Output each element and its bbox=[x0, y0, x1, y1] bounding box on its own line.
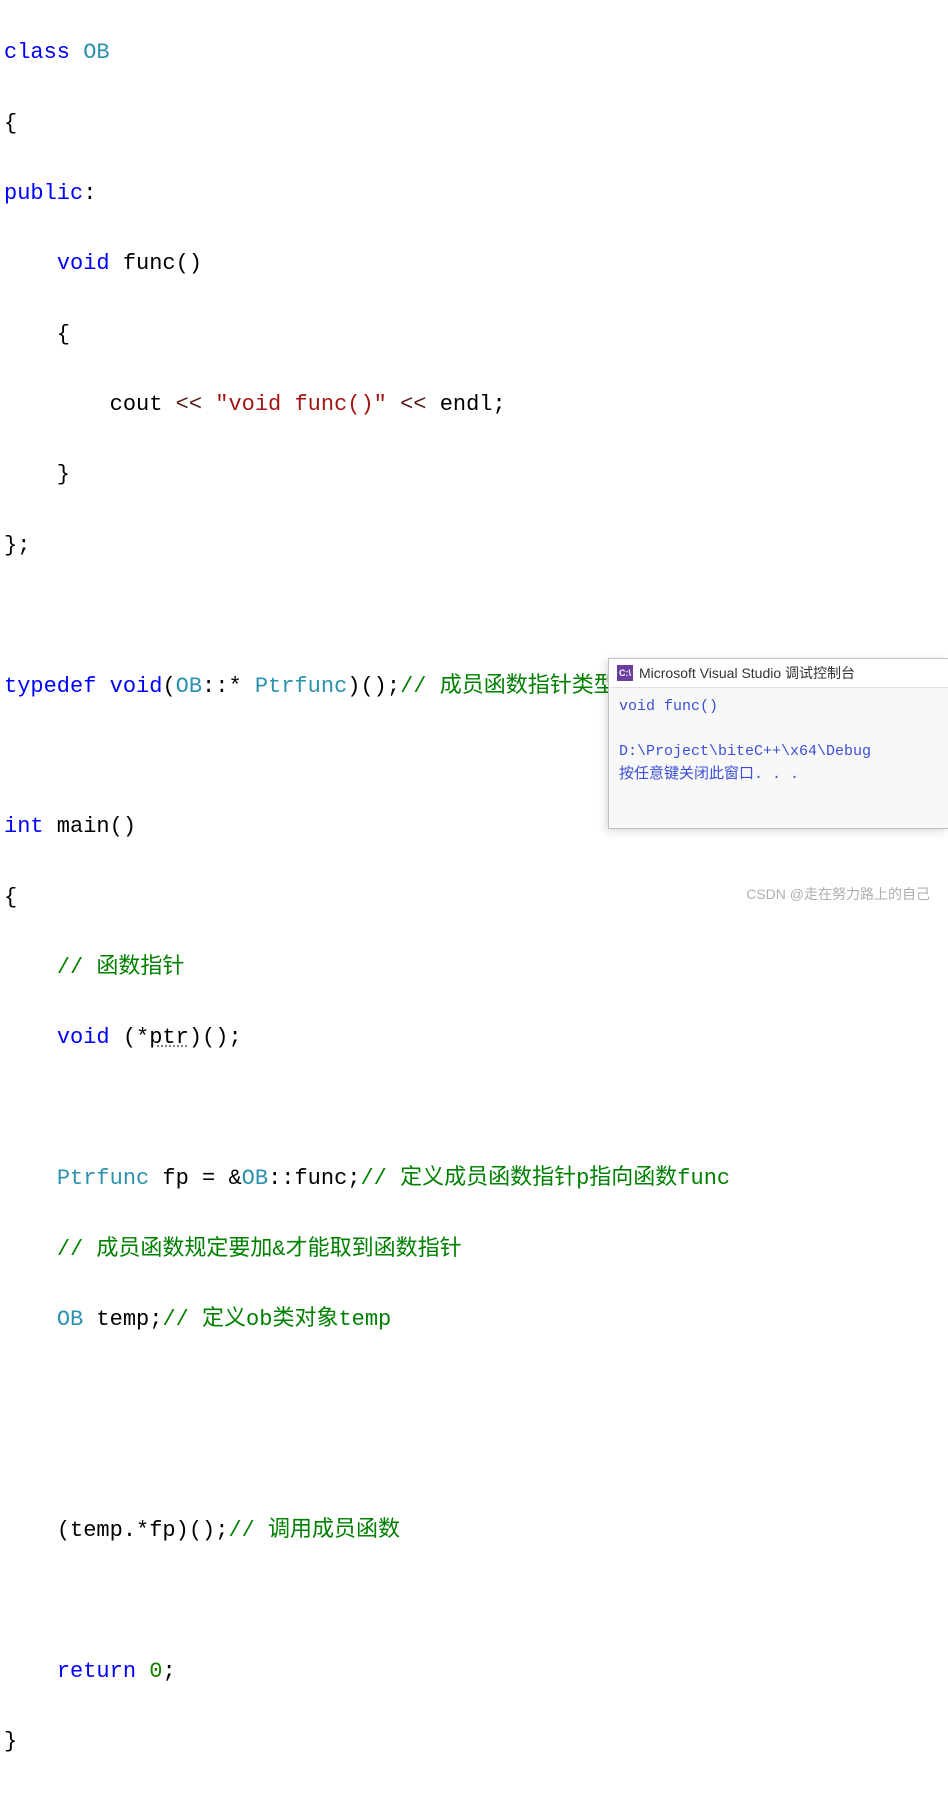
code-line: }; bbox=[4, 528, 944, 563]
code-line: void (*ptr)(); bbox=[4, 1020, 944, 1055]
console-titlebar[interactable]: C:\ Microsoft Visual Studio 调试控制台 bbox=[609, 659, 948, 688]
code-line: { bbox=[4, 317, 944, 352]
code-line: Ptrfunc fp = &OB::func;// 定义成员函数指针p指向函数f… bbox=[4, 1161, 944, 1196]
debug-console-window[interactable]: C:\ Microsoft Visual Studio 调试控制台 void f… bbox=[608, 658, 948, 829]
console-title: Microsoft Visual Studio 调试控制台 bbox=[639, 663, 855, 683]
code-line bbox=[4, 1091, 944, 1126]
code-line: // 成员函数规定要加&才能取到函数指针 bbox=[4, 1232, 944, 1267]
code-line: class OB bbox=[4, 35, 944, 70]
code-line: } bbox=[4, 1724, 944, 1759]
code-line bbox=[4, 598, 944, 633]
code-line bbox=[4, 1372, 944, 1407]
code-line: cout << "void func()" << endl; bbox=[4, 387, 944, 422]
code-line: { bbox=[4, 106, 944, 141]
code-line: } bbox=[4, 457, 944, 492]
code-line: (temp.*fp)();// 调用成员函数 bbox=[4, 1513, 944, 1548]
watermark-text: CSDN @走在努力路上的自己 bbox=[746, 884, 930, 904]
code-line: OB temp;// 定义ob类对象temp bbox=[4, 1302, 944, 1337]
code-line: public: bbox=[4, 176, 944, 211]
console-icon: C:\ bbox=[617, 665, 633, 681]
console-output: void func() D:\Project\biteC++\x64\Debug… bbox=[609, 688, 948, 828]
code-line bbox=[4, 1443, 944, 1478]
code-line: void func() bbox=[4, 246, 944, 281]
code-line bbox=[4, 1583, 944, 1618]
code-line: return 0; bbox=[4, 1654, 944, 1689]
code-line: // 函数指针 bbox=[4, 950, 944, 985]
